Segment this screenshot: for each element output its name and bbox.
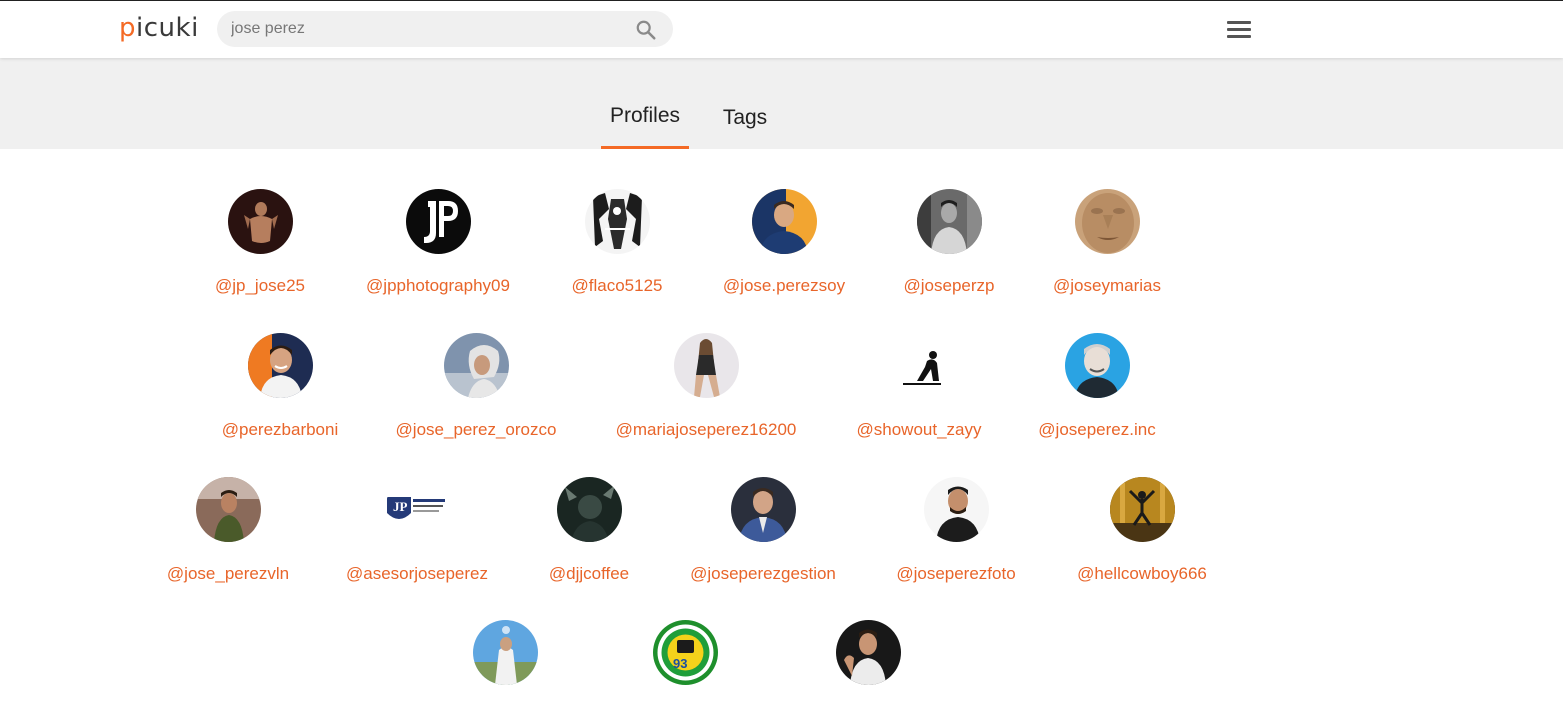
profile-handle: @jp_jose25 — [214, 276, 306, 295]
profile-avatar — [886, 333, 952, 398]
profile-avatar — [443, 333, 509, 398]
profile-handle: @perezbarboni — [221, 420, 339, 439]
profile-card[interactable]: @perezbarboni — [180, 333, 380, 440]
tab-profiles[interactable]: Profiles — [601, 58, 689, 149]
profile-avatar — [472, 620, 538, 685]
top-navigation-bar: picuki — [0, 1, 1563, 58]
profile-card[interactable] — [768, 620, 968, 707]
profile-avatar — [195, 477, 261, 542]
profile-card[interactable]: @joseymarias — [1007, 189, 1207, 296]
profile-handle: @joseperezfoto — [896, 564, 1016, 583]
profile-handle: @flaco5125 — [571, 276, 663, 295]
profile-avatar — [584, 189, 650, 254]
profile-avatar — [1074, 189, 1140, 254]
profile-card[interactable]: @mariajoseperez16200 — [606, 333, 806, 440]
profile-handle: @djjcoffee — [548, 564, 630, 583]
search-icon[interactable] — [635, 19, 657, 41]
hamburger-menu-icon[interactable] — [1227, 21, 1251, 39]
profile-card[interactable]: JP @asesorjoseperez — [317, 477, 517, 584]
svg-text:93: 93 — [673, 656, 687, 671]
profile-handle: @joseperez.inc — [1038, 420, 1156, 439]
profile-avatar: JP — [384, 477, 450, 542]
profile-avatar — [751, 189, 817, 254]
profile-card[interactable]: @joseperezfoto — [856, 477, 1056, 584]
profile-handle: @asesorjoseperez — [346, 564, 488, 583]
profile-handle: @joseperezgestion — [690, 564, 836, 583]
profile-avatar — [673, 333, 739, 398]
profile-handle: @jose_perez_orozco — [395, 420, 557, 439]
profile-avatar — [556, 477, 622, 542]
profile-handle: @jpphotography09 — [366, 276, 510, 295]
profile-card[interactable]: @jp_jose25 — [160, 189, 360, 296]
profile-handle: @joseperzp — [903, 276, 995, 295]
profile-card[interactable]: @jose_perezvln — [128, 477, 328, 584]
search-input[interactable] — [231, 11, 631, 47]
profile-avatar — [405, 189, 471, 254]
profile-avatar — [730, 477, 796, 542]
profile-card[interactable]: @joseperez.inc — [997, 333, 1197, 440]
profile-handle: @mariajoseperez16200 — [615, 420, 797, 439]
profile-card[interactable]: @hellcowboy666 — [1042, 477, 1242, 584]
profile-avatar — [1109, 477, 1175, 542]
profile-avatar — [227, 189, 293, 254]
search-bar — [217, 11, 673, 47]
profile-avatar — [835, 620, 901, 685]
profile-card[interactable]: @showout_zayy — [819, 333, 1019, 440]
profile-handle: @joseymarias — [1053, 276, 1161, 295]
profile-card[interactable]: @jose_perez_orozco — [376, 333, 576, 440]
profile-card[interactable]: 93 — [585, 620, 785, 707]
svg-text:JP: JP — [393, 499, 408, 514]
profile-handle: @showout_zayy — [856, 420, 982, 439]
profile-handle: @jose.perezsoy — [722, 276, 846, 295]
tab-tags[interactable]: Tags — [712, 58, 778, 149]
profile-card[interactable]: @jpphotography09 — [338, 189, 538, 296]
profile-avatar — [916, 189, 982, 254]
profile-avatar — [1064, 333, 1130, 398]
profile-avatar: 93 — [652, 620, 718, 685]
profile-handle: @jose_perezvln — [166, 564, 290, 583]
profile-card[interactable]: @joseperezgestion — [663, 477, 863, 584]
profile-avatar — [247, 333, 313, 398]
result-tabs: Profiles Tags — [0, 58, 1563, 149]
profile-handle: @hellcowboy666 — [1077, 564, 1207, 583]
profile-card[interactable]: @djjcoffee — [489, 477, 689, 584]
profile-avatar — [923, 477, 989, 542]
picuki-logo[interactable]: picuki — [119, 13, 199, 43]
profile-card[interactable] — [405, 620, 605, 707]
